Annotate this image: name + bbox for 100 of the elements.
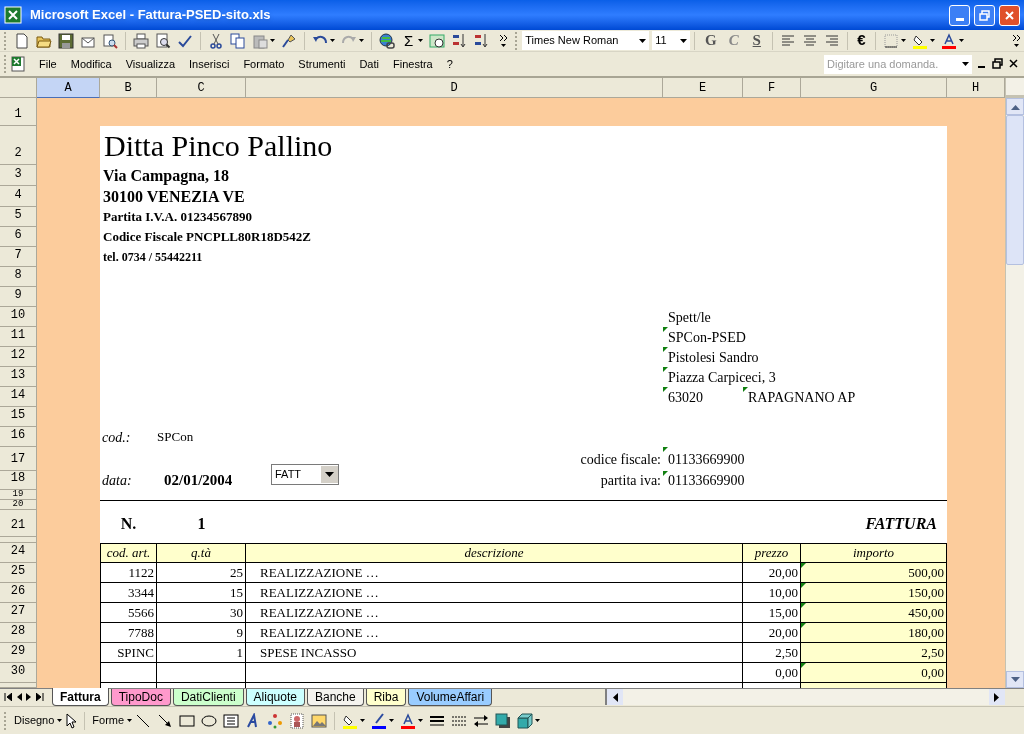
column-header[interactable]: D bbox=[246, 78, 663, 98]
column-header[interactable]: C bbox=[157, 78, 246, 98]
sort-ascending-icon[interactable] bbox=[451, 32, 468, 49]
row-header[interactable]: 15 bbox=[0, 407, 37, 427]
minimize-button[interactable] bbox=[949, 4, 970, 26]
rectangle-icon[interactable] bbox=[179, 712, 196, 729]
clip-art-icon[interactable] bbox=[289, 712, 306, 729]
column-header[interactable]: E bbox=[663, 78, 743, 98]
column-header[interactable]: G bbox=[801, 78, 947, 98]
row-header[interactable]: 11 bbox=[0, 327, 37, 347]
row-header[interactable]: 17 bbox=[0, 447, 37, 471]
row-header[interactable]: 9 bbox=[0, 287, 37, 307]
close-icon[interactable] bbox=[1008, 58, 1019, 70]
pointer-icon[interactable] bbox=[65, 712, 78, 729]
font-color-icon[interactable] bbox=[400, 712, 417, 729]
euro-format-button[interactable]: € bbox=[852, 29, 871, 52]
row-header[interactable]: 6 bbox=[0, 227, 37, 247]
row-header[interactable]: 16 bbox=[0, 427, 37, 447]
cut-icon[interactable] bbox=[208, 32, 224, 49]
font-size-dropdown[interactable]: 11 bbox=[652, 31, 691, 50]
menu-item[interactable]: Inserisci bbox=[182, 55, 237, 73]
caret-icon[interactable] bbox=[270, 39, 275, 42]
caret-icon[interactable] bbox=[418, 39, 424, 42]
sheet-tab[interactable]: VolumeAffari bbox=[408, 689, 493, 706]
diagram-icon[interactable] bbox=[267, 712, 284, 729]
column-header[interactable]: A bbox=[37, 78, 100, 98]
align-right-icon[interactable] bbox=[824, 32, 841, 49]
sheet-tab[interactable]: TipoDoc bbox=[110, 689, 171, 706]
row-header[interactable]: 24 bbox=[0, 543, 37, 563]
oval-icon[interactable] bbox=[201, 712, 218, 729]
toolbar-options-icon[interactable] bbox=[499, 32, 509, 49]
close-button[interactable] bbox=[999, 4, 1020, 26]
caret-icon[interactable] bbox=[330, 39, 335, 42]
row-header[interactable]: 30 bbox=[0, 663, 37, 683]
row-header[interactable]: 28 bbox=[0, 623, 37, 643]
borders-icon[interactable] bbox=[882, 32, 899, 49]
sheet-tab[interactable]: DatiClienti bbox=[172, 689, 244, 706]
menu-item[interactable]: Dati bbox=[352, 55, 386, 73]
column-header[interactable]: F bbox=[743, 78, 801, 98]
font-name-dropdown[interactable]: Times New Roman bbox=[522, 31, 650, 50]
row-header[interactable]: 10 bbox=[0, 307, 37, 327]
text-style-button[interactable]: G bbox=[699, 29, 723, 52]
row-header[interactable]: 3 bbox=[0, 165, 37, 186]
3d-cube-icon[interactable] bbox=[517, 712, 534, 729]
caret-icon[interactable] bbox=[535, 719, 541, 722]
row-header[interactable]: 27 bbox=[0, 603, 37, 623]
align-left-icon[interactable] bbox=[780, 32, 797, 49]
align-center-icon[interactable] bbox=[802, 32, 819, 49]
print-icon[interactable] bbox=[133, 32, 149, 49]
scroll-down-icon[interactable] bbox=[1010, 676, 1020, 683]
autosum-button[interactable]: Σ bbox=[401, 33, 417, 48]
globe-link-icon[interactable] bbox=[379, 32, 395, 49]
column-header[interactable]: B bbox=[100, 78, 157, 98]
last-sheet-icon[interactable] bbox=[36, 693, 44, 701]
row-header[interactable]: 18 bbox=[0, 471, 37, 490]
format-painter-icon[interactable] bbox=[281, 32, 297, 49]
arrow-icon[interactable] bbox=[157, 712, 174, 729]
sheet-tab[interactable]: Aliquote bbox=[245, 689, 305, 706]
research-icon[interactable] bbox=[102, 32, 118, 49]
menu-item[interactable]: Formato bbox=[236, 55, 292, 73]
shadow-style-icon[interactable] bbox=[495, 712, 512, 729]
restore-icon[interactable] bbox=[992, 58, 1003, 70]
restore-button[interactable] bbox=[974, 4, 995, 26]
scroll-left-icon[interactable] bbox=[612, 692, 618, 702]
caret-icon[interactable] bbox=[900, 39, 906, 42]
sheet-tab[interactable]: Riba bbox=[365, 689, 407, 706]
doc-type-dropdown[interactable]: FATT bbox=[271, 464, 339, 485]
arrow-style-icon[interactable] bbox=[473, 712, 490, 729]
row-header[interactable]: 29 bbox=[0, 643, 37, 663]
shapes-menu[interactable]: Forme bbox=[89, 712, 128, 729]
toolbar-options-icon[interactable] bbox=[1012, 32, 1021, 49]
text-box-icon[interactable] bbox=[223, 712, 240, 729]
menu-item[interactable]: Finestra bbox=[386, 55, 440, 73]
workbook-icon[interactable] bbox=[11, 56, 27, 72]
caret-icon[interactable] bbox=[127, 719, 133, 722]
first-sheet-icon[interactable] bbox=[4, 693, 12, 701]
save-icon[interactable] bbox=[58, 32, 74, 49]
row-header[interactable]: 8 bbox=[0, 267, 37, 287]
row-header[interactable]: 21 bbox=[0, 510, 37, 537]
menu-item[interactable]: File bbox=[32, 55, 64, 73]
print-preview-icon[interactable] bbox=[155, 32, 171, 49]
previous-sheet-icon[interactable] bbox=[16, 693, 22, 701]
row-header[interactable]: 25 bbox=[0, 563, 37, 583]
font-color-icon[interactable] bbox=[940, 32, 957, 49]
sort-descending-icon[interactable] bbox=[473, 32, 490, 49]
menu-item[interactable]: Modifica bbox=[63, 55, 119, 73]
caret-icon[interactable] bbox=[929, 39, 935, 42]
row-header[interactable]: 7 bbox=[0, 247, 37, 267]
row-header[interactable]: 2 bbox=[0, 126, 37, 165]
row-header[interactable]: 26 bbox=[0, 583, 37, 603]
caret-icon[interactable] bbox=[359, 39, 364, 42]
caret-icon[interactable] bbox=[389, 719, 395, 722]
scroll-thumb[interactable] bbox=[1006, 115, 1024, 265]
sheet-tab[interactable]: Banche bbox=[307, 689, 364, 706]
new-document-icon[interactable] bbox=[14, 32, 30, 49]
line-icon[interactable] bbox=[135, 712, 152, 729]
caret-icon[interactable] bbox=[958, 39, 964, 42]
vertical-scrollbar[interactable] bbox=[1005, 78, 1024, 688]
row-header[interactable]: 4 bbox=[0, 186, 37, 207]
line-color-icon[interactable] bbox=[371, 712, 388, 729]
